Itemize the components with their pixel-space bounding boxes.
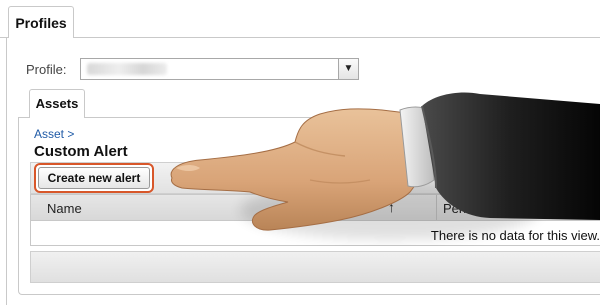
profile-select[interactable]: ▼ bbox=[80, 58, 359, 80]
tab-assets-label: Assets bbox=[35, 96, 79, 111]
profile-selected-value-blurred bbox=[87, 63, 167, 75]
create-new-alert-button[interactable]: Create new alert bbox=[34, 163, 154, 193]
column-header-name[interactable]: Name bbox=[47, 201, 82, 216]
breadcrumb-asset[interactable]: Asset > bbox=[34, 127, 74, 141]
create-new-alert-label: Create new alert bbox=[38, 167, 150, 189]
tab-assets[interactable]: Assets bbox=[29, 89, 85, 118]
profile-label: Profile: bbox=[26, 62, 67, 77]
pointing-hand-icon bbox=[170, 92, 600, 240]
tab-profiles[interactable]: Profiles bbox=[8, 6, 74, 38]
chevron-down-icon[interactable]: ▼ bbox=[338, 59, 358, 79]
tab-profiles-label: Profiles bbox=[15, 15, 67, 31]
jacket-sleeve bbox=[422, 92, 600, 220]
page-title: Custom Alert bbox=[34, 143, 128, 160]
